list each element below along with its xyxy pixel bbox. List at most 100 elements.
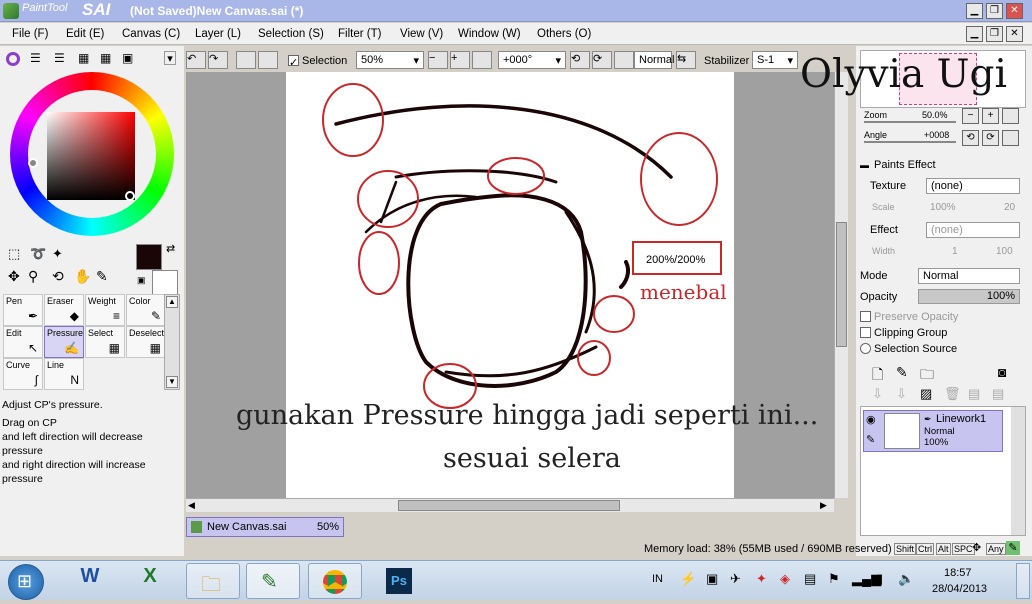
volume-icon[interactable]: 🔈 (898, 571, 914, 587)
excel-icon[interactable]: X (132, 565, 168, 597)
sai-button[interactable]: ✎ (246, 563, 300, 599)
scratchpad-tab-icon[interactable]: ▦ (100, 51, 111, 65)
saturation-value-square[interactable] (47, 112, 135, 200)
secondary-color-swatch[interactable] (152, 270, 178, 296)
maximize-button[interactable]: ❐ (986, 3, 1003, 19)
new-layer-icon[interactable]: 🗋 (872, 364, 883, 388)
menu-file[interactable]: File (F) (12, 28, 48, 40)
mask-icon[interactable]: ◙ (998, 364, 1006, 380)
tool-deselect[interactable]: Deselect ▦ (126, 326, 166, 358)
angle-slider[interactable] (864, 141, 956, 143)
tray-bolt-icon[interactable]: ⚡ (680, 571, 696, 587)
scroll-right-icon[interactable]: ▶ (820, 500, 827, 511)
eye-icon[interactable]: ◉ (866, 413, 876, 426)
vscroll-thumb[interactable] (836, 222, 847, 347)
layer-option-icon[interactable]: ▤ (992, 386, 1004, 402)
new-folder-icon[interactable]: 🗀 (920, 364, 934, 388)
zoom-reset-button[interactable] (472, 51, 492, 69)
scroll-up-icon[interactable]: ▲ (166, 296, 178, 308)
zoom-in-button[interactable]: + (450, 51, 470, 69)
zoom-icon[interactable]: ⚲ (28, 268, 38, 285)
clock-date[interactable]: 28/04/2013 (932, 583, 987, 595)
menu-window[interactable]: Window (W) (458, 28, 521, 40)
menu-layer[interactable]: Layer (L) (195, 28, 241, 40)
rotate-reset-button[interactable] (614, 51, 634, 69)
doc-minimize-button[interactable]: ▁ (966, 26, 983, 42)
sv-cursor-icon[interactable] (125, 191, 135, 201)
invert-button[interactable] (258, 51, 278, 69)
tray-antivirus-icon[interactable]: ✦ (756, 571, 767, 587)
nav-zoom-out-button[interactable]: − (962, 108, 979, 124)
undo-button[interactable]: ↶ (186, 51, 206, 69)
canvas-vscroll[interactable] (834, 72, 848, 498)
doc-maximize-button[interactable]: ❐ (986, 26, 1003, 42)
zoom-select[interactable]: 50% ▾ (356, 51, 424, 69)
tool-pressure[interactable]: Pressure ✍ (44, 326, 84, 358)
selection-source-radio[interactable] (860, 343, 871, 354)
zoom-out-button[interactable]: − (428, 51, 448, 69)
reset-colors-icon[interactable]: ▣ (137, 275, 146, 286)
tool-color[interactable]: Color ✎ (126, 294, 166, 326)
scroll-down-icon[interactable]: ▼ (166, 376, 178, 388)
new-linework-icon[interactable]: ✎ (896, 364, 908, 381)
mode-select[interactable]: Normal (918, 268, 1020, 284)
nav-rotate-left-button[interactable]: ⟲ (962, 130, 979, 146)
word-icon[interactable]: W (72, 565, 108, 597)
effect-select[interactable]: (none) (926, 222, 1020, 238)
color-wheel-tab-icon[interactable] (6, 52, 20, 66)
rect-select-icon[interactable]: ⬚ (8, 246, 20, 262)
tool-curve[interactable]: Curve ∫ (3, 358, 43, 390)
panel-menu-icon[interactable]: ▾ (164, 51, 176, 65)
nav-rotate-reset-button[interactable] (1002, 130, 1019, 146)
nav-zoom-in-button[interactable]: + (982, 108, 999, 124)
tool-pen[interactable]: Pen ✒ (3, 294, 43, 326)
chrome-button[interactable] (308, 563, 362, 599)
rotate-icon[interactable]: ⟲ (52, 268, 64, 285)
rotate-left-button[interactable]: ⟲ (570, 51, 590, 69)
transfer-down-icon[interactable]: ⇩ (872, 386, 883, 402)
menu-view[interactable]: View (V) (400, 28, 443, 40)
angle-select[interactable]: +000° ▾ (498, 51, 566, 69)
collapse-icon[interactable]: ▬ (860, 160, 869, 170)
clear-layer-icon[interactable]: ▨ (920, 386, 932, 402)
deselect-button[interactable] (236, 51, 256, 69)
battery-icon[interactable]: ▯ (876, 571, 883, 587)
menu-canvas[interactable]: Canvas (C) (122, 28, 180, 40)
clock-time[interactable]: 18:57 (944, 567, 972, 579)
rotate-right-button[interactable]: ⟳ (592, 51, 612, 69)
canvas-hscroll[interactable]: ◀ ▶ (186, 498, 834, 512)
tool-weight[interactable]: Weight ≡ (85, 294, 125, 326)
canvas-area[interactable]: 200%/200% menebal (186, 72, 848, 498)
canvas-paper[interactable]: 200%/200% menebal (286, 72, 734, 498)
tool-edit[interactable]: Edit ↖ (3, 326, 43, 358)
magic-wand-icon[interactable]: ✦ (52, 246, 63, 262)
selection-checkbox[interactable]: ✓ (288, 55, 299, 69)
minimize-button[interactable]: ▁ (966, 3, 983, 19)
tray-acrobat-icon[interactable]: ◈ (780, 571, 790, 587)
swap-colors-icon[interactable]: ⇄ (166, 242, 175, 255)
preserve-opacity-checkbox[interactable] (860, 311, 871, 322)
brush-preview-tab-icon[interactable]: ▣ (122, 51, 133, 65)
primary-color-swatch[interactable] (136, 244, 162, 270)
lasso-icon[interactable]: ➰ (30, 246, 46, 262)
hue-ring[interactable] (10, 72, 174, 236)
clipping-group-checkbox[interactable] (860, 327, 871, 338)
merge-down-icon[interactable]: ⇩ (896, 386, 907, 402)
start-button[interactable]: ⊞ (8, 564, 44, 600)
tool-select[interactable]: Select ▦ (85, 326, 125, 358)
hue-cursor-icon[interactable] (28, 158, 38, 168)
close-button[interactable]: ✕ (1006, 3, 1023, 19)
menu-selection[interactable]: Selection (S) (258, 28, 324, 40)
hscroll-thumb[interactable] (398, 500, 620, 511)
menu-filter[interactable]: Filter (T) (338, 28, 381, 40)
delete-layer-icon[interactable]: 🗑 (944, 386, 961, 402)
tray-monitor-icon[interactable]: ▤ (804, 571, 816, 587)
layer-scrollbar[interactable] (1011, 407, 1025, 535)
tool-line[interactable]: Line N (44, 358, 84, 390)
redo-button[interactable]: ↷ (208, 51, 228, 69)
blend-select[interactable]: Normal (634, 51, 674, 69)
explorer-button[interactable]: 🗀 (186, 563, 240, 599)
nav-reset-button[interactable] (1002, 108, 1019, 124)
eyedropper-icon[interactable]: ✎ (96, 268, 108, 285)
tray-network-icon[interactable]: ▣ (706, 571, 718, 587)
